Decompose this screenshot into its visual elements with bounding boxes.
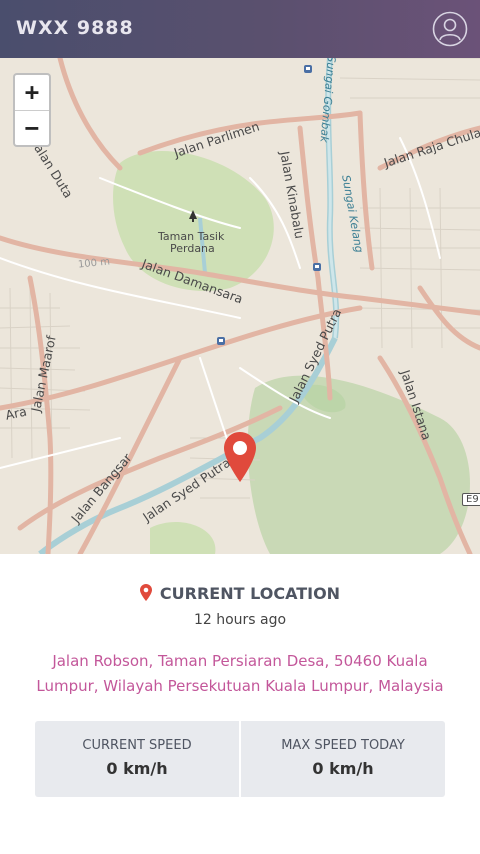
map-label-jalan-raja-chulan: Jalan Raja Chulan [382, 122, 480, 171]
map-label-jalan-istana: Jalan Istana [397, 368, 435, 442]
zoom-in-button[interactable]: + [15, 75, 49, 111]
landmark-icon [189, 210, 197, 222]
time-ago: 12 hours ago [193, 612, 287, 628]
address[interactable]: Jalan Robson, Taman Persiaran Desa, 5046… [18, 649, 462, 699]
map-label-sungai-gombak: Sungai Gombak [317, 58, 338, 143]
transit-icon [304, 65, 312, 73]
map-label-jalan-duta: Jalan Duta [29, 138, 77, 201]
map-label-e9: E9 [462, 493, 480, 506]
current-location-heading: CURRENT LOCATION [0, 584, 480, 603]
map-label-ara: Ara [4, 403, 29, 423]
map-label-jalan-bangsar: Jalan Bangsar [68, 450, 135, 526]
transit-icon [217, 337, 225, 345]
top-bar: WXX 9888 [0, 0, 480, 58]
address-line-2: Lumpur, Wilayah Persekutuan Kuala Lumpur… [36, 677, 444, 695]
transit-icon [313, 263, 321, 271]
map-pin-icon[interactable] [222, 430, 258, 484]
max-speed-card: MAX SPEED TODAY 0 km/h [241, 721, 445, 797]
zoom-control: + − [13, 73, 51, 147]
zoom-out-button[interactable]: − [15, 111, 49, 145]
current-speed-label: CURRENT SPEED [82, 738, 192, 753]
map-label-jalan-syed-putra-north: Jalan Syed Putra [286, 306, 345, 405]
map-label-jalan-maarof: Jalan Maarof [28, 334, 59, 414]
map-label-perdana: Perdana [170, 242, 215, 255]
map-label-sungai-kelang: Sungai Kelang [339, 174, 366, 254]
map-label-jalan-parlimen: Jalan Parlimen [172, 118, 262, 161]
speed-stats: CURRENT SPEED 0 km/h MAX SPEED TODAY 0 k… [35, 721, 445, 797]
address-line-1: Jalan Robson, Taman Persiaran Desa, 5046… [52, 652, 428, 670]
map-label-jalan-kinabalu: Jalan Kinabalu [277, 150, 308, 240]
vehicle-plate: WXX 9888 [16, 17, 134, 39]
current-speed-card: CURRENT SPEED 0 km/h [35, 721, 239, 797]
current-location-title: CURRENT LOCATION [159, 584, 341, 603]
max-speed-value: 0 km/h [312, 759, 374, 778]
map-label-100m: 100 m [77, 256, 111, 271]
max-speed-label: MAX SPEED TODAY [281, 738, 405, 753]
user-circle-icon[interactable] [432, 11, 468, 47]
map-label-jalan-damansara: Jalan Damansara [139, 256, 245, 307]
location-panel: CURRENT LOCATION 12 hours ago Jalan Robs… [0, 554, 480, 854]
map-pin-icon [139, 584, 152, 601]
map-view[interactable]: Jalan Duta Jalan Parlimen Jalan Kinabalu… [0, 58, 480, 554]
map-label-jalan-syed-putra-south: Jalan Syed Putra [140, 454, 234, 525]
current-speed-value: 0 km/h [106, 759, 168, 778]
